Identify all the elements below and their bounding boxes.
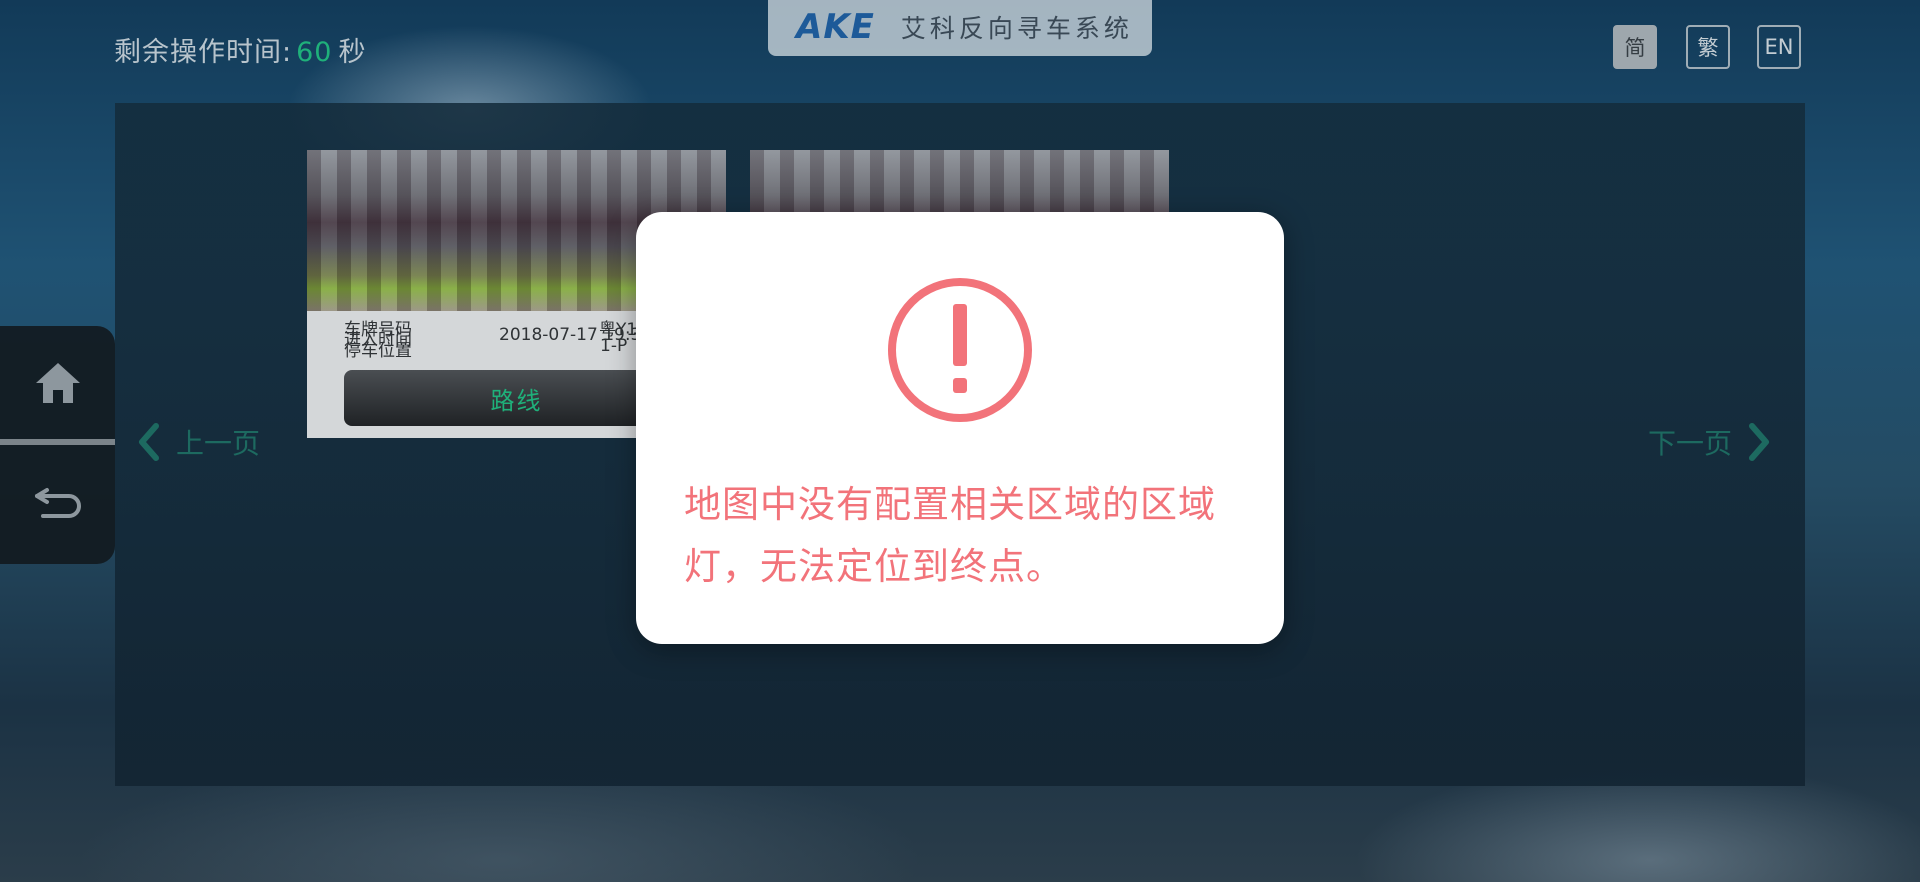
home-icon <box>35 363 80 403</box>
chevron-right-icon <box>1749 423 1770 461</box>
next-page-button[interactable]: 下一页 <box>1648 422 1772 462</box>
next-page-label: 下一页 <box>1648 427 1733 460</box>
exclamation-circle-icon <box>886 276 1034 428</box>
remaining-time: 剩余操作时间: 60 秒 <box>114 30 366 69</box>
lang-traditional-button[interactable]: 繁 <box>1686 25 1730 69</box>
prev-page-button[interactable]: 上一页 <box>136 422 260 462</box>
location-label: 停车位置 <box>344 341 412 361</box>
brand-logo: AKE <box>796 7 875 47</box>
alert-dialog: 地图中没有配置相关区域的区域灯，无法定位到终点。 <box>636 212 1284 644</box>
back-icon <box>34 488 81 518</box>
home-button[interactable] <box>0 326 115 440</box>
side-nav <box>0 326 115 564</box>
timer-unit: 秒 <box>338 37 367 68</box>
timer-label: 剩余操作时间: <box>114 37 293 68</box>
back-button[interactable] <box>0 445 115 559</box>
timer-value: 60 <box>296 37 333 68</box>
screen: 剩余操作时间: 60 秒 AKE 艾科反向寻车系统 简 繁 EN 车牌号码 粤Y1 … <box>0 0 1920 882</box>
chevron-left-icon <box>139 423 159 461</box>
lang-english-button[interactable]: EN <box>1757 25 1801 69</box>
brand-banner: AKE 艾科反向寻车系统 <box>768 0 1152 56</box>
prev-page-label: 上一页 <box>176 427 261 460</box>
brand-title: 艾科反向寻车系统 <box>900 14 1133 43</box>
alert-message: 地图中没有配置相关区域的区域灯，无法定位到终点。 <box>684 483 1216 588</box>
location-value: 1-P <box>600 336 628 356</box>
lang-simplified-button[interactable]: 简 <box>1613 25 1657 69</box>
